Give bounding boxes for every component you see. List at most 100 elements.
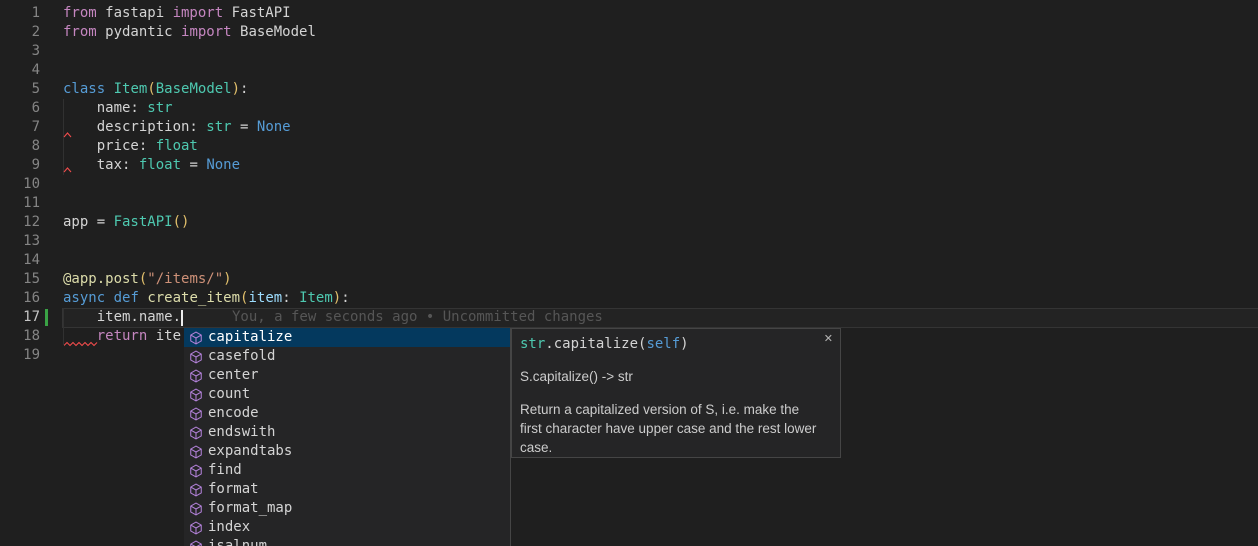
code-line[interactable]: 1from fastapi import FastAPI bbox=[0, 4, 1258, 23]
code-text: class Item(BaseModel): bbox=[63, 80, 248, 99]
line-number[interactable]: 13 bbox=[0, 232, 40, 251]
suggestion-item-isalnum[interactable]: isalnum bbox=[184, 537, 510, 546]
suggestion-label: encode bbox=[208, 404, 259, 423]
suggestion-item-find[interactable]: find bbox=[184, 461, 510, 480]
code-token: ) bbox=[333, 290, 341, 306]
code-text: app = FastAPI() bbox=[63, 213, 189, 232]
suggestion-item-count[interactable]: count bbox=[184, 385, 510, 404]
suggestion-item-expandtabs[interactable]: expandtabs bbox=[184, 442, 510, 461]
code-token: ) bbox=[223, 271, 231, 287]
suggestion-label: casefold bbox=[208, 347, 275, 366]
close-icon[interactable]: ✕ bbox=[824, 333, 833, 345]
code-token: None bbox=[257, 119, 291, 135]
description-line: first character have upper case and the … bbox=[520, 419, 832, 438]
suggestion-item-format_map[interactable]: format_map bbox=[184, 499, 510, 518]
line-number[interactable]: 16 bbox=[0, 289, 40, 308]
code-line[interactable]: 16async def create_item(item: Item): bbox=[0, 289, 1258, 308]
suggestion-item-encode[interactable]: encode bbox=[184, 404, 510, 423]
text-cursor bbox=[181, 310, 183, 326]
suggestion-item-endswith[interactable]: endswith bbox=[184, 423, 510, 442]
suggestion-label: expandtabs bbox=[208, 442, 292, 461]
code-token: ) bbox=[232, 81, 240, 97]
line-number[interactable]: 10 bbox=[0, 175, 40, 194]
line-number[interactable]: 14 bbox=[0, 251, 40, 270]
git-blame-annotation: You, a few seconds ago • Uncommitted cha… bbox=[232, 308, 603, 327]
code-line[interactable]: 13 bbox=[0, 232, 1258, 251]
code-line[interactable]: 17 item.name. bbox=[0, 308, 1258, 327]
code-line[interactable]: 15 @app.post("/items/") bbox=[0, 270, 1258, 289]
suggestion-label: find bbox=[208, 461, 242, 480]
line-number[interactable]: 8 bbox=[0, 137, 40, 156]
line-number[interactable]: 4 bbox=[0, 61, 40, 80]
code-token: str bbox=[206, 119, 231, 135]
method-icon bbox=[189, 483, 203, 497]
code-token: float bbox=[139, 157, 181, 173]
code-line[interactable]: 6 name: str bbox=[0, 99, 1258, 118]
code-token: Item bbox=[114, 81, 148, 97]
method-icon bbox=[189, 407, 203, 421]
code-token: import bbox=[181, 24, 232, 40]
code-line[interactable]: 14 bbox=[0, 251, 1258, 270]
code-text: name: str bbox=[63, 99, 173, 118]
code-token: FastAPI bbox=[223, 5, 290, 21]
autocomplete-dropdown: capitalizecasefoldcentercountencodeendsw… bbox=[184, 328, 511, 546]
code-line[interactable]: 12 app = FastAPI() bbox=[0, 213, 1258, 232]
code-token: ( bbox=[147, 81, 155, 97]
code-token: from bbox=[63, 5, 97, 21]
code-text: @app.post("/items/") bbox=[63, 270, 232, 289]
suggestion-item-format[interactable]: format bbox=[184, 480, 510, 499]
line-number[interactable]: 1 bbox=[0, 4, 40, 23]
code-line[interactable]: 3 bbox=[0, 42, 1258, 61]
code-line[interactable]: 4 bbox=[0, 61, 1258, 80]
line-number[interactable]: 2 bbox=[0, 23, 40, 42]
code-token: description: bbox=[63, 119, 206, 135]
line-number[interactable]: 15 bbox=[0, 270, 40, 289]
code-line[interactable]: 2from pydantic import BaseModel bbox=[0, 23, 1258, 42]
code-token: def bbox=[114, 290, 139, 306]
error-squiggle bbox=[63, 132, 72, 138]
code-token: .capitalize( bbox=[545, 336, 646, 352]
method-icon bbox=[189, 426, 203, 440]
code-line[interactable]: 7 description: str = None bbox=[0, 118, 1258, 137]
method-description: Return a capitalized version of S, i.e. … bbox=[520, 400, 832, 457]
code-token: tax: bbox=[63, 157, 139, 173]
code-token: BaseModel bbox=[232, 24, 316, 40]
suggestion-item-index[interactable]: index bbox=[184, 518, 510, 537]
suggestion-label: format bbox=[208, 480, 259, 499]
line-number[interactable]: 17 bbox=[0, 308, 40, 327]
line-number[interactable]: 19 bbox=[0, 346, 40, 365]
editor-lines: 1from fastapi import FastAPI2from pydant… bbox=[0, 4, 1258, 365]
line-number[interactable]: 6 bbox=[0, 99, 40, 118]
code-text: description: str = None bbox=[63, 118, 291, 137]
code-token: : bbox=[240, 81, 248, 97]
code-token: float bbox=[156, 138, 198, 154]
suggestion-item-capitalize[interactable]: capitalize bbox=[184, 328, 510, 347]
code-token bbox=[105, 290, 113, 306]
suggestion-label: center bbox=[208, 366, 259, 385]
method-icon bbox=[189, 369, 203, 383]
code-token: : bbox=[341, 290, 349, 306]
line-number[interactable]: 5 bbox=[0, 80, 40, 99]
code-line[interactable]: 8 price: float bbox=[0, 137, 1258, 156]
code-line[interactable]: 5 class Item(BaseModel): bbox=[0, 80, 1258, 99]
code-line[interactable]: 11 bbox=[0, 194, 1258, 213]
code-line[interactable]: 10 bbox=[0, 175, 1258, 194]
line-number[interactable]: 3 bbox=[0, 42, 40, 61]
code-token: import bbox=[173, 5, 224, 21]
code-editor: 1from fastapi import FastAPI2from pydant… bbox=[0, 0, 1258, 546]
suggestion-item-center[interactable]: center bbox=[184, 366, 510, 385]
code-text: tax: float = None bbox=[63, 156, 240, 175]
suggestion-label: format_map bbox=[208, 499, 292, 518]
code-token: item bbox=[248, 290, 282, 306]
line-number[interactable]: 11 bbox=[0, 194, 40, 213]
suggestion-item-casefold[interactable]: casefold bbox=[184, 347, 510, 366]
line-number[interactable]: 12 bbox=[0, 213, 40, 232]
code-token: item.name. bbox=[63, 309, 181, 325]
method-icon bbox=[189, 331, 203, 345]
code-line[interactable]: 9 tax: float = None bbox=[0, 156, 1258, 175]
error-squiggle bbox=[63, 167, 72, 173]
line-number[interactable]: 9 bbox=[0, 156, 40, 175]
suggestion-label: count bbox=[208, 385, 250, 404]
line-number[interactable]: 7 bbox=[0, 118, 40, 137]
line-number[interactable]: 18 bbox=[0, 327, 40, 346]
